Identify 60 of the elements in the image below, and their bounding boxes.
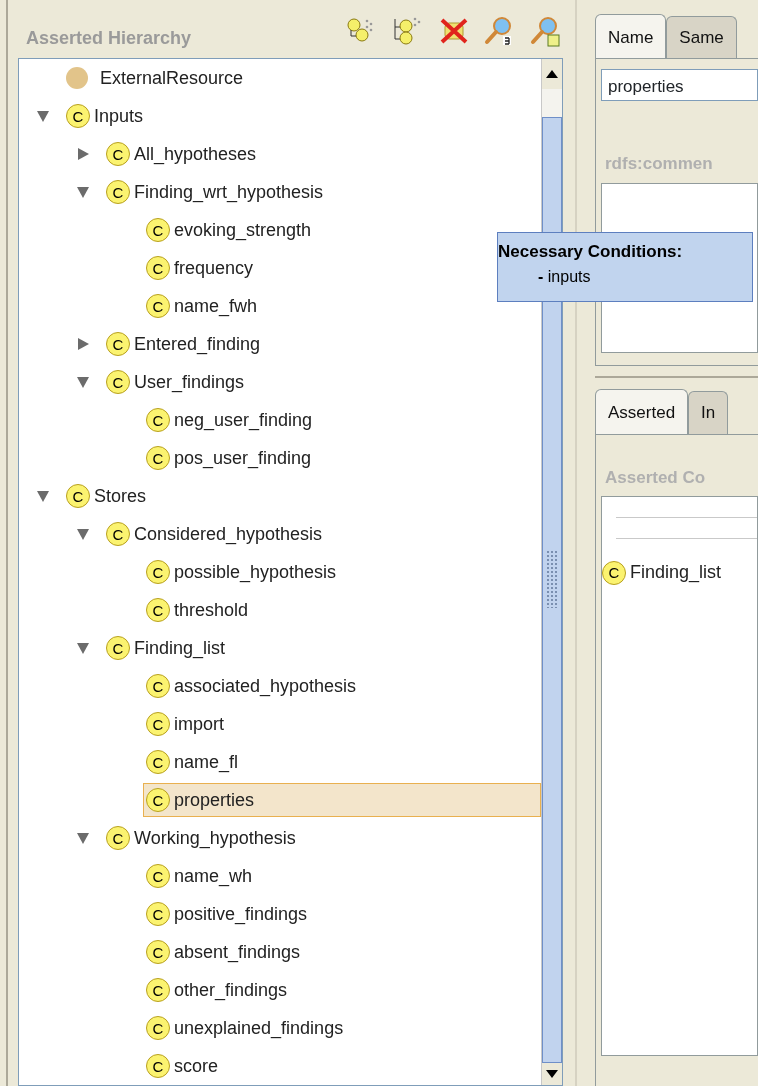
- class-icon: C: [146, 294, 170, 318]
- class-icon: C: [106, 522, 130, 546]
- item-label: score: [174, 1054, 218, 1078]
- class-icon: C: [146, 712, 170, 736]
- section-label: rdfs:commen: [605, 153, 714, 175]
- class-icon: C: [106, 370, 130, 394]
- item-label: Finding_wrt_hypothesis: [134, 180, 324, 205]
- tooltip-item: - inputs: [538, 266, 592, 287]
- class-icon: C: [146, 1016, 170, 1040]
- item-label: All_hypotheses: [134, 142, 257, 167]
- condition-label: Finding_list: [630, 561, 722, 585]
- class-icon: C: [106, 826, 130, 850]
- class-icon: C: [106, 142, 130, 166]
- item-label: User_findings: [134, 370, 245, 395]
- item-label: Stores: [94, 484, 147, 508]
- class-icon: C: [146, 560, 170, 584]
- class-icon: C: [106, 636, 130, 660]
- class-icon: C: [146, 940, 170, 964]
- item-label: Finding_list: [134, 636, 226, 661]
- class-icon: C: [146, 218, 170, 242]
- class-icon: C: [146, 256, 170, 280]
- section-label: Asserted Co: [605, 466, 707, 489]
- class-icon: C: [146, 902, 170, 926]
- class-icon: C: [146, 598, 170, 622]
- class-icon: C: [146, 408, 170, 432]
- class-icon: C: [146, 750, 170, 774]
- class-icon: C: [146, 446, 170, 470]
- class-icon: C: [146, 864, 170, 888]
- tooltip-title: Necessary Conditions:: [498, 241, 684, 263]
- item-label: properties: [174, 788, 255, 812]
- item-label: associated_hypothesis: [174, 674, 357, 699]
- class-icon: C: [146, 788, 170, 812]
- panel-title: Asserted Hierarchy: [26, 27, 192, 50]
- item-label: frequency: [174, 256, 254, 280]
- item-label: unexplained_findings: [174, 1016, 344, 1041]
- item-label: threshold: [174, 598, 249, 622]
- item-label: name_fwh: [174, 294, 258, 319]
- item-label: possible_hypothesis: [174, 560, 337, 585]
- item-label: name_wh: [174, 864, 253, 889]
- item-label: evoking_strength: [174, 218, 312, 243]
- class-icon: C: [602, 560, 626, 585]
- class-icon: C: [66, 104, 90, 128]
- class-icon: C: [106, 332, 130, 356]
- item-label: Working_hypothesis: [134, 826, 296, 851]
- item-label: pos_user_finding: [174, 446, 312, 471]
- class-icon: C: [106, 180, 130, 204]
- item-label: Entered_finding: [134, 332, 261, 357]
- class-icon: C: [146, 674, 170, 698]
- item-label: name_fl: [174, 750, 239, 775]
- item-label: Considered_hypothesis: [134, 522, 323, 547]
- item-label: ExternalResource: [100, 66, 244, 90]
- item-label: import: [174, 712, 224, 736]
- item-label: absent_findings: [174, 940, 301, 965]
- class-icon: C: [146, 978, 170, 1002]
- class-icon: C: [146, 1054, 170, 1078]
- item-label: positive_findings: [174, 902, 308, 927]
- item-label: Inputs: [94, 104, 144, 128]
- class-icon: C: [66, 484, 90, 508]
- item-label: other_findings: [174, 978, 288, 1003]
- item-label: neg_user_finding: [174, 408, 313, 433]
